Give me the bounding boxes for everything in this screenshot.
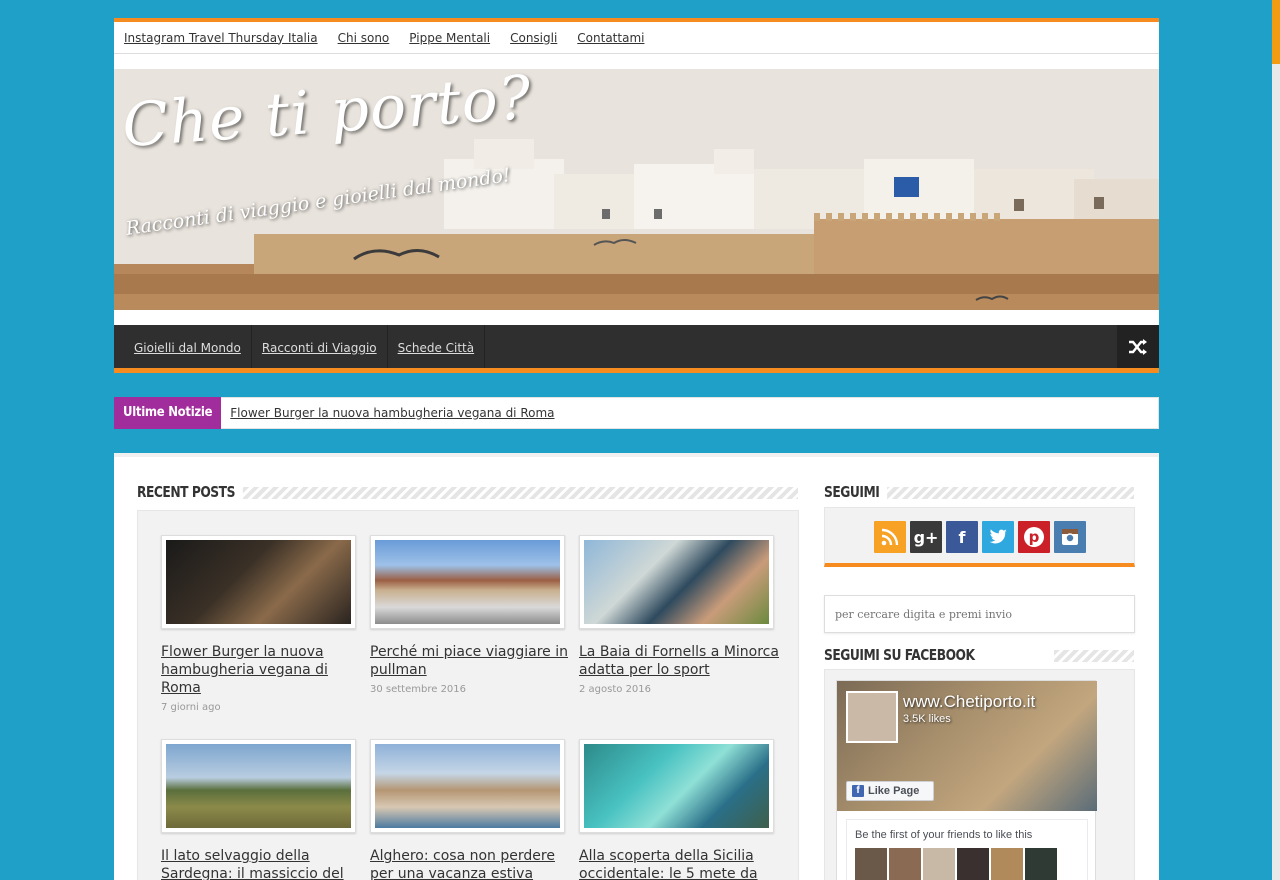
post-title[interactable]: Flower Burger la nuova hambugheria vegan…	[161, 643, 369, 697]
facebook-logo-icon: f	[852, 785, 864, 797]
facebook-likes-count: 3.5K likes	[903, 713, 951, 725]
recent-posts-title: Recent Posts	[137, 483, 244, 501]
post-card[interactable]: Flower Burger la nuova hambugheria vegan…	[161, 535, 367, 713]
friend-avatar[interactable]	[957, 848, 989, 880]
post-title[interactable]: Perché mi piace viaggiare in pullman	[370, 643, 578, 679]
post-thumbnail[interactable]	[161, 739, 356, 833]
facebook-friend-faces	[855, 848, 1057, 880]
page-wrapper: Instagram Travel Thursday Italia Chi son…	[114, 18, 1159, 880]
facebook-friends-box: Be the first of your friends to like thi…	[846, 819, 1088, 880]
breaking-news-label: Ultime Notizie	[114, 397, 222, 429]
post-thumbnail[interactable]	[370, 739, 565, 833]
top-nav-link-chi-sono[interactable]: Chi sono	[338, 31, 390, 45]
post-thumbnail[interactable]	[161, 535, 356, 629]
friend-avatar[interactable]	[889, 848, 921, 880]
post-thumbnail[interactable]	[579, 739, 774, 833]
post-card[interactable]: Alghero: cosa non perdere per una vacanz…	[370, 739, 576, 880]
post-title[interactable]: Alghero: cosa non perdere per una vacanz…	[370, 847, 578, 880]
post-title[interactable]: Il lato selvaggio della Sardegna: il mas…	[161, 847, 369, 880]
post-image	[375, 744, 560, 828]
top-nav-link-consigli[interactable]: Consigli	[510, 31, 557, 45]
top-nav-link-contattami[interactable]: Contattami	[577, 31, 644, 45]
svg-text:p: p	[1029, 528, 1040, 546]
post-card[interactable]: Perché mi piace viaggiare in pullman 30 …	[370, 535, 576, 695]
random-post-button[interactable]	[1117, 325, 1159, 368]
facebook-page-widget: www.Chetiporto.it 3.5K likes f Like Page…	[836, 680, 1097, 880]
main-nav-racconti[interactable]: Racconti di Viaggio	[252, 325, 388, 368]
header-banner[interactable]: Che ti porto? Racconti di viaggio e gioi…	[114, 69, 1159, 310]
friend-avatar[interactable]	[1025, 848, 1057, 880]
recent-posts-divider	[214, 487, 798, 499]
main-content: Recent Posts Flower Burger la nuova hamb…	[114, 453, 1159, 880]
instagram-icon[interactable]	[1054, 521, 1086, 553]
post-card[interactable]: Il lato selvaggio della Sardegna: il mas…	[161, 739, 367, 880]
post-thumbnail[interactable]	[579, 535, 774, 629]
post-image	[584, 540, 769, 624]
facebook-page-avatar[interactable]	[846, 691, 898, 743]
facebook-like-label: Like Page	[868, 785, 920, 797]
social-divider	[884, 487, 1134, 499]
facebook-page-name[interactable]: www.Chetiporto.it	[903, 692, 1035, 712]
post-card[interactable]: Alla scoperta della Sicilia occidentale:…	[579, 739, 785, 880]
friend-avatar[interactable]	[923, 848, 955, 880]
friend-avatar[interactable]	[855, 848, 887, 880]
main-nav-gioielli[interactable]: Gioielli dal Mondo	[114, 325, 252, 368]
facebook-icon[interactable]: f	[946, 521, 978, 553]
breaking-news-bar: Ultime Notizie Flower Burger la nuova ha…	[114, 397, 1159, 429]
facebook-title: Seguimi su Facebook	[824, 646, 983, 664]
post-title[interactable]: Alla scoperta della Sicilia occidentale:…	[579, 847, 787, 880]
post-title[interactable]: La Baia di Fornells a Minorca adatta per…	[579, 643, 787, 679]
social-title: Seguimi	[824, 483, 888, 501]
social-icons: g+ f p	[874, 521, 1086, 553]
facebook-divider	[1054, 650, 1134, 662]
top-nav-link-pippe-mentali[interactable]: Pippe Mentali	[409, 31, 490, 45]
page-scrollbar[interactable]	[1272, 0, 1280, 880]
breaking-news-link[interactable]: Flower Burger la nuova hambugheria vegan…	[230, 406, 554, 420]
post-image	[166, 744, 351, 828]
pinterest-icon[interactable]: p	[1018, 521, 1050, 553]
header: Che ti porto? Racconti di viaggio e gioi…	[114, 54, 1159, 325]
friend-avatar[interactable]	[991, 848, 1023, 880]
google-plus-icon[interactable]: g+	[910, 521, 942, 553]
top-nav: Instagram Travel Thursday Italia Chi son…	[114, 18, 1159, 54]
post-date: 30 settembre 2016	[370, 684, 467, 695]
top-nav-link-instagram[interactable]: Instagram Travel Thursday Italia	[124, 31, 318, 45]
post-image	[584, 744, 769, 828]
search-input[interactable]	[825, 596, 1134, 632]
rss-icon[interactable]	[874, 521, 906, 553]
shuffle-icon	[1129, 338, 1147, 355]
post-date: 7 giorni ago	[161, 702, 221, 713]
post-image	[375, 540, 560, 624]
post-image	[166, 540, 351, 624]
search-box	[824, 595, 1135, 633]
facebook-friends-text: Be the first of your friends to like thi…	[855, 829, 1033, 841]
facebook-cover-image[interactable]: www.Chetiporto.it 3.5K likes f Like Page	[837, 681, 1097, 811]
main-nav-schede[interactable]: Schede Città	[388, 325, 486, 368]
post-thumbnail[interactable]	[370, 535, 565, 629]
main-nav: Gioielli dal Mondo Racconti di Viaggio S…	[114, 325, 1159, 373]
facebook-box: www.Chetiporto.it 3.5K likes f Like Page…	[824, 669, 1135, 880]
scrollbar-thumb[interactable]	[1272, 0, 1280, 64]
post-card[interactable]: La Baia di Fornells a Minorca adatta per…	[579, 535, 785, 695]
recent-posts-box: Flower Burger la nuova hambugheria vegan…	[137, 510, 799, 880]
social-box: g+ f p	[824, 507, 1135, 567]
facebook-like-button[interactable]: f Like Page	[846, 781, 934, 801]
twitter-icon[interactable]	[982, 521, 1014, 553]
post-date: 2 agosto 2016	[579, 684, 652, 695]
